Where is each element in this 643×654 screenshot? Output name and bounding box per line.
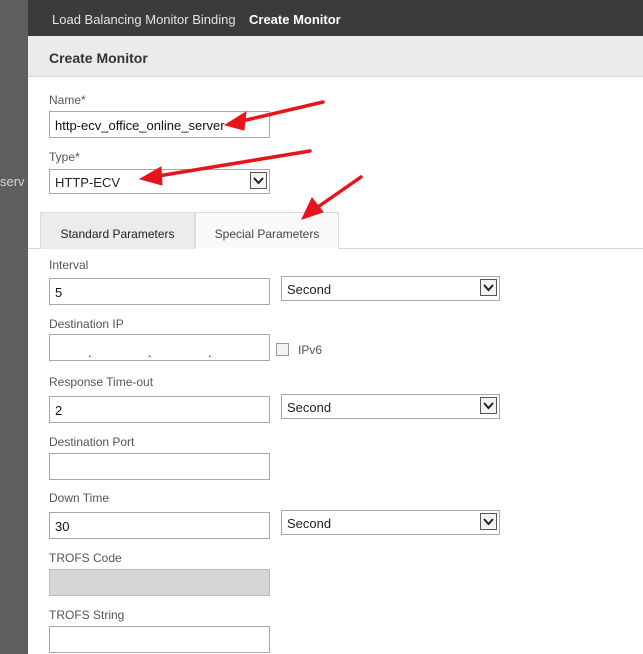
tab-special-parameters[interactable]: Special Parameters (195, 212, 339, 249)
destination-port-input[interactable] (49, 453, 270, 480)
destination-ip-input[interactable]: . . . (49, 334, 270, 361)
down-time-unit-select[interactable]: Second (281, 510, 500, 535)
type-select[interactable]: HTTP-ECV (49, 169, 270, 194)
tab-standard-parameters[interactable]: Standard Parameters (40, 212, 195, 249)
trofs-code-input (49, 569, 270, 596)
ip-octet-separator: . (208, 345, 212, 360)
panel-header: Create Monitor (28, 36, 643, 77)
ip-octet-separator: . (88, 345, 92, 360)
down-time-unit-value: Second (287, 516, 332, 531)
page-title: Create Monitor (49, 50, 148, 66)
ipv6-label: IPv6 (298, 343, 323, 357)
trofs-string-label: TROFS String (49, 608, 125, 622)
response-timeout-input[interactable]: 2 (49, 396, 270, 423)
interval-input[interactable]: 5 (49, 278, 270, 305)
down-time-label: Down Time (49, 491, 110, 505)
response-timeout-unit-select[interactable]: Second (281, 394, 500, 419)
destination-ip-label: Destination IP (49, 317, 124, 331)
type-select-value: HTTP-ECV (55, 175, 120, 190)
breadcrumb: Load Balancing Monitor Binding › Create … (28, 0, 643, 36)
trofs-code-label: TROFS Code (49, 551, 122, 565)
breadcrumb-current: Create Monitor (249, 12, 341, 27)
breadcrumb-parent[interactable]: Load Balancing Monitor Binding (52, 12, 236, 27)
create-monitor-panel: Create Monitor Name* http-ecv_office_onl… (28, 36, 643, 654)
response-timeout-label: Response Time-out (49, 375, 154, 389)
interval-unit-value: Second (287, 282, 332, 297)
breadcrumb-separator-icon: › (228, 10, 233, 25)
down-time-input[interactable]: 30 (49, 512, 270, 539)
name-input[interactable]: http-ecv_office_online_server (49, 111, 270, 138)
response-timeout-unit-value: Second (287, 400, 332, 415)
background-text: serv (0, 174, 25, 189)
destination-port-label: Destination Port (49, 435, 135, 449)
trofs-string-input[interactable] (49, 626, 270, 653)
name-label: Name* (49, 93, 86, 107)
ip-octet-separator: . (148, 345, 152, 360)
chevron-down-icon[interactable] (480, 397, 497, 414)
interval-unit-select[interactable]: Second (281, 276, 500, 301)
ipv6-checkbox[interactable] (276, 343, 289, 356)
type-label: Type* (49, 150, 80, 164)
background-page: serv (0, 0, 28, 654)
chevron-down-icon[interactable] (480, 513, 497, 530)
chevron-down-icon[interactable] (250, 172, 267, 189)
interval-label: Interval (49, 258, 89, 272)
chevron-down-icon[interactable] (480, 279, 497, 296)
